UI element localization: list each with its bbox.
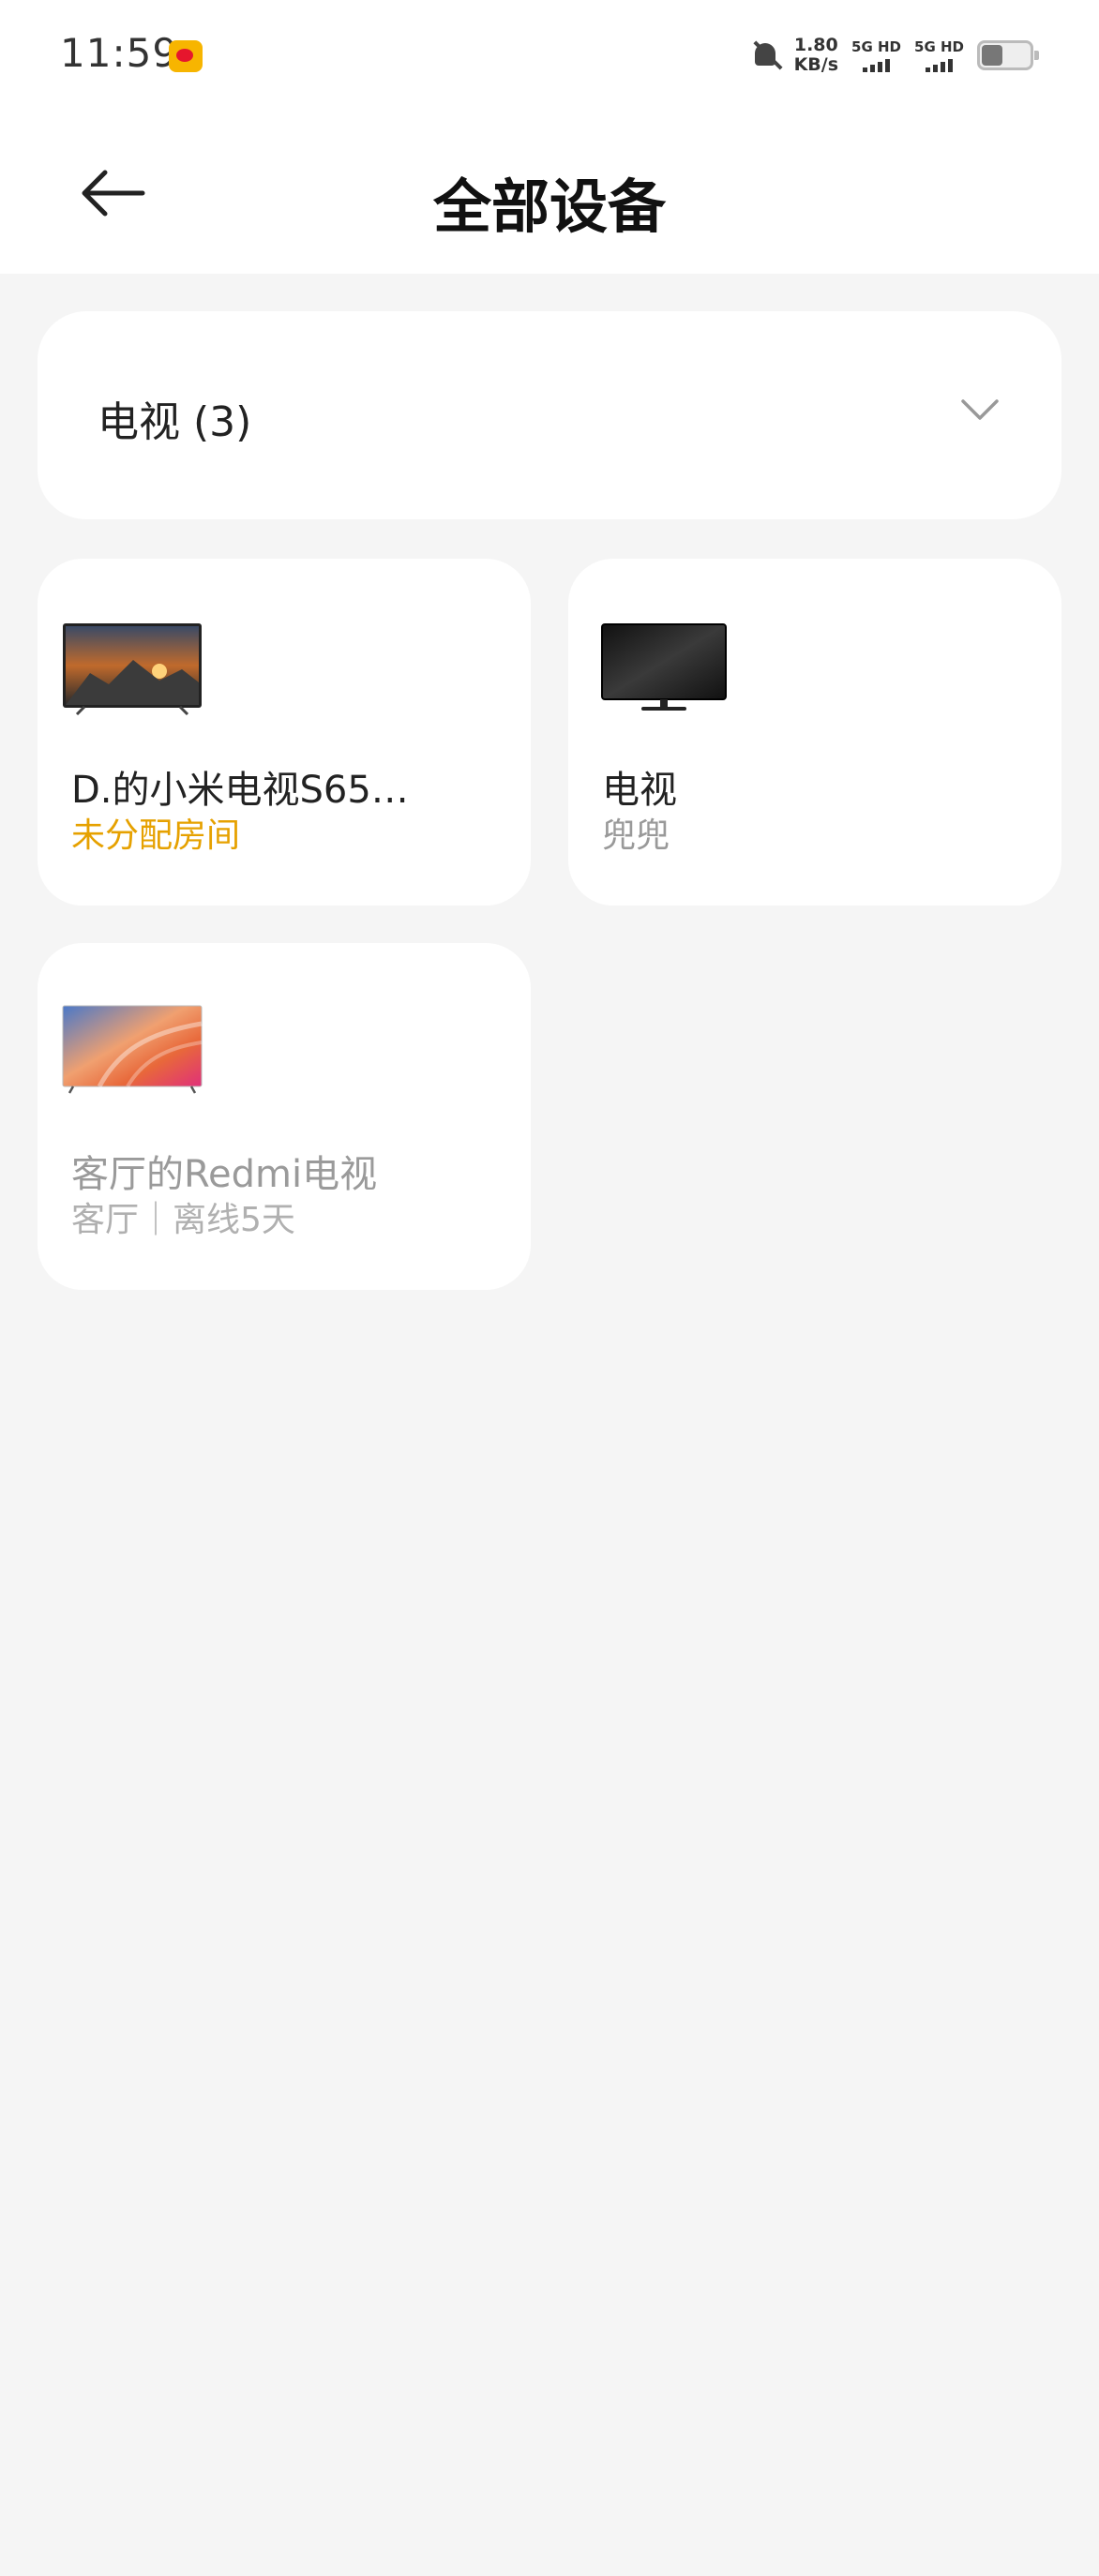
net-speed-value: 1.80 xyxy=(793,35,838,55)
device-name: 客厅的Redmi电视 xyxy=(71,1153,378,1196)
weibo-icon xyxy=(169,40,203,72)
tv-colorful-icon xyxy=(62,1005,203,1094)
bell-muted-icon xyxy=(749,39,781,71)
status-bar: 11:59 1.80 KB/s 5G HD 5G HD xyxy=(0,0,1099,112)
tv-black-icon xyxy=(601,623,727,711)
chevron-down-icon xyxy=(961,399,999,420)
status-time: 11:59 xyxy=(60,30,179,76)
sim2-label: 5G HD xyxy=(914,38,964,55)
filter-label: 电视 (3) xyxy=(98,398,252,446)
tv-landscape-icon xyxy=(63,623,202,716)
page-title: 全部设备 xyxy=(432,172,666,241)
net-speed-unit: KB/s xyxy=(793,54,839,75)
device-card[interactable]: 客厅的Redmi电视 客厅｜离线5天 xyxy=(38,943,531,1290)
device-card[interactable]: D.的小米电视S65… 未分配房间 xyxy=(38,559,531,906)
status-icons: 1.80 KB/s 5G HD 5G HD xyxy=(749,32,1039,79)
battery-icon xyxy=(977,40,1039,70)
net-speed: 1.80 KB/s xyxy=(794,36,838,75)
device-room: 未分配房间 xyxy=(71,816,241,855)
page-header: 全部设备 xyxy=(0,112,1099,274)
device-name: 电视 xyxy=(602,769,677,812)
signal-icon-2: 5G HD xyxy=(914,38,964,72)
device-card[interactable]: 电视 兜兜 xyxy=(568,559,1061,906)
sim1-label: 5G HD xyxy=(851,38,902,55)
signal-icon: 5G HD xyxy=(851,38,901,72)
device-room: 兜兜 xyxy=(602,816,670,855)
device-name: D.的小米电视S65… xyxy=(71,769,409,812)
category-filter-dropdown[interactable]: 电视 (3) xyxy=(38,311,1061,519)
device-room-status: 客厅｜离线5天 xyxy=(71,1201,295,1239)
